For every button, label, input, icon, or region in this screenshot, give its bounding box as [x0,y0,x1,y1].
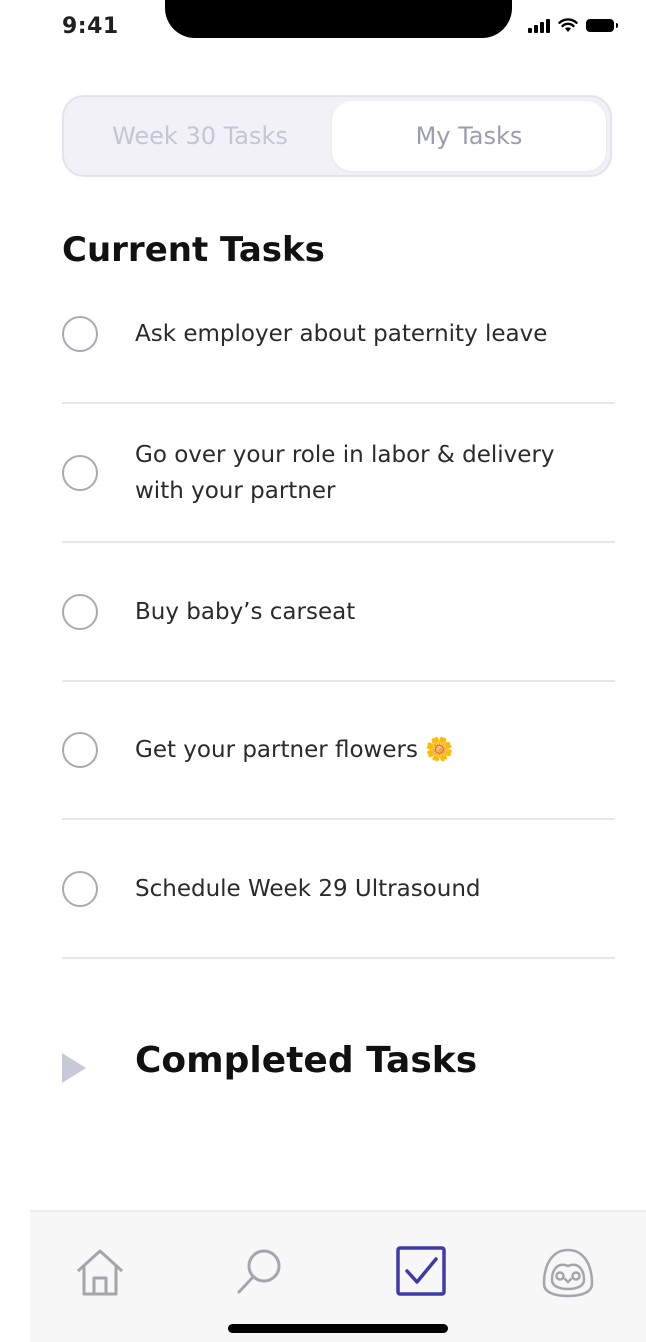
completed-tasks-heading: Completed Tasks [135,1040,478,1081]
task-checkbox[interactable] [62,871,98,907]
current-tasks-heading: Current Tasks [62,230,325,270]
task-row[interactable]: Buy baby’s carseat [62,543,615,682]
task-label: Ask employer about paternity leave [135,321,548,347]
task-row[interactable]: Ask employer about paternity leave [62,298,615,404]
tab-profile[interactable] [538,1242,598,1302]
task-checkbox[interactable] [62,316,98,352]
battery-icon [586,19,618,32]
tab-my-tasks[interactable]: My Tasks [332,101,606,171]
bottom-tab-bar [30,1210,646,1342]
task-checkbox[interactable] [62,732,98,768]
tab-search[interactable] [230,1242,290,1302]
tab-home[interactable] [70,1242,130,1302]
task-label: Go over your role in labor & delivery wi… [135,442,555,504]
tab-week-30-tasks[interactable]: Week 30 Tasks [64,97,336,175]
cellular-signal-icon [528,18,550,33]
home-icon [76,1249,124,1296]
task-checkbox[interactable] [62,455,98,491]
status-time: 9:41 [62,14,119,39]
completed-tasks-toggle[interactable]: Completed Tasks [62,1040,615,1100]
disclosure-triangle-icon [62,1053,86,1083]
home-indicator [228,1324,448,1333]
tasks-icon [396,1246,446,1296]
task-row[interactable]: Go over your role in labor & delivery wi… [62,404,615,543]
tab-tasks[interactable] [390,1242,450,1302]
task-row[interactable]: Schedule Week 29 Ultrasound [62,820,615,959]
status-icons [528,18,618,33]
penguin-profile-icon [542,1248,594,1298]
task-label: Schedule Week 29 Ultrasound [135,876,481,902]
task-row[interactable]: Get your partner flowers 🌼 [62,682,615,820]
search-icon [237,1249,281,1294]
task-label: Get your partner flowers 🌼 [135,737,454,763]
task-checkbox[interactable] [62,594,98,630]
task-label: Buy baby’s carseat [135,599,356,625]
device-notch [165,0,512,38]
task-segmented-control: Week 30 Tasks My Tasks [62,95,612,177]
wifi-icon [558,18,578,32]
